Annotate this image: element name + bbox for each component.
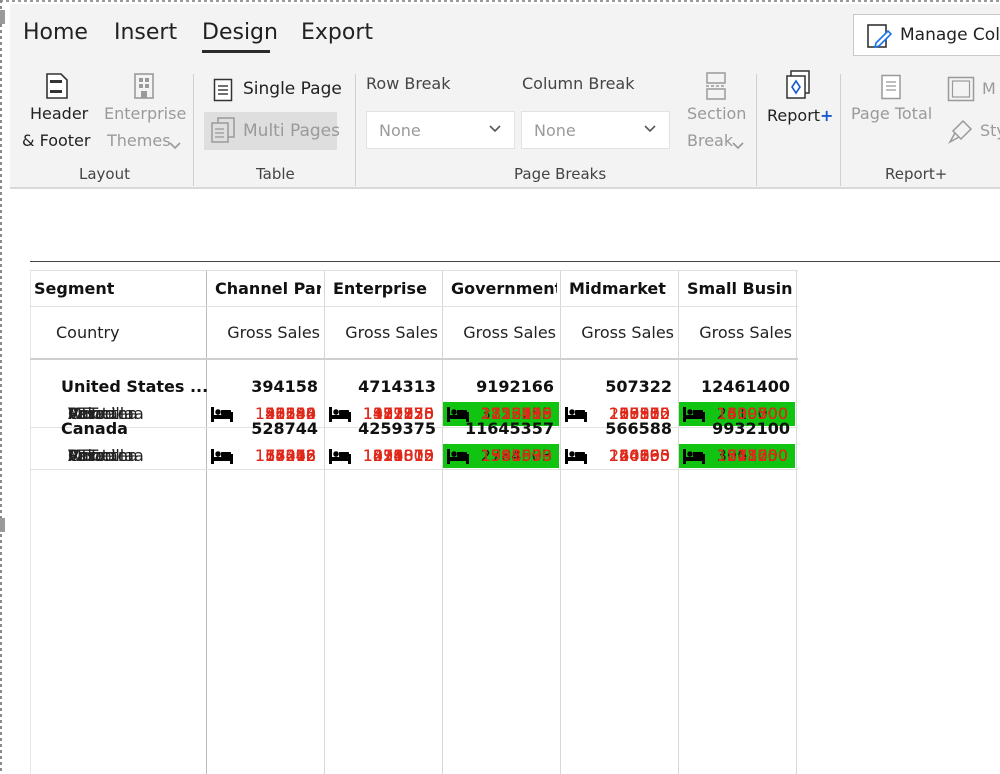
- group-total: 11645357: [464, 419, 554, 438]
- separator: [193, 74, 194, 186]
- header-top-rule: [30, 270, 798, 271]
- page-total-icon: [880, 74, 902, 104]
- column-border: [560, 270, 561, 774]
- manage-columns-button[interactable]: Manage Colum: [853, 14, 1000, 56]
- resize-handle-top[interactable]: [0, 10, 5, 24]
- country-header: Country: [56, 323, 120, 342]
- multi-pages-button[interactable]: Multi Pages: [243, 121, 340, 141]
- column-header[interactable]: Channel Partners: [215, 279, 321, 298]
- report-plus-group-label: Report+: [885, 165, 948, 183]
- canvas-left-border: [0, 0, 2, 774]
- table-left-border: [30, 270, 31, 774]
- report-plus-icon: [785, 70, 811, 104]
- chevron-down-icon: [169, 135, 181, 154]
- margins-icon: [947, 76, 975, 106]
- section-break-line2[interactable]: Break: [687, 131, 733, 150]
- table-row: Carretera 117216 394812 1395930 140895 777000: [30, 443, 798, 470]
- row-break-dropdown[interactable]: None: [366, 111, 515, 149]
- column-border: [678, 270, 679, 774]
- chevron-down-icon: [643, 121, 657, 140]
- tab-insert[interactable]: Insert: [114, 20, 177, 45]
- group-total: 12461400: [700, 377, 790, 396]
- row-break-label: Row Break: [366, 74, 451, 93]
- column-border: [442, 270, 443, 774]
- manage-columns-label: Manage Colum: [900, 25, 1000, 45]
- measure-header: Gross Sales: [227, 323, 320, 342]
- group-total: 566588: [605, 419, 672, 438]
- table-group-label: Table: [256, 165, 295, 183]
- segment-header: Segment: [34, 279, 115, 298]
- chevron-down-icon: [488, 121, 502, 140]
- ribbon: Home Insert Design Export Manage Colum H…: [10, 4, 1000, 189]
- row-break-value: None: [379, 121, 421, 140]
- report-plus-button[interactable]: Report+: [767, 106, 833, 125]
- tab-home[interactable]: Home: [23, 20, 88, 45]
- separator: [355, 74, 356, 186]
- enterprise-themes-line1[interactable]: Enterprise: [104, 104, 186, 123]
- single-page-icon: [213, 78, 233, 106]
- measure-header: Gross Sales: [463, 323, 556, 342]
- gross-sales-value: 777000: [726, 446, 788, 465]
- section-break-line1[interactable]: Section: [687, 104, 746, 123]
- gross-sales-value: 117216: [254, 446, 316, 465]
- group-total: 528744: [251, 419, 318, 438]
- report-plus-sign: +: [820, 106, 834, 125]
- segment-group-title[interactable]: Canada: [61, 419, 128, 438]
- header-footer-button-line1[interactable]: Header: [30, 104, 88, 123]
- page-top-rule: [30, 261, 1000, 262]
- gross-sales-value: 1395930: [480, 446, 552, 465]
- measure-header: Gross Sales: [581, 323, 674, 342]
- enterprise-themes-icon: [133, 72, 155, 104]
- country-label: Carretera: [68, 446, 144, 465]
- segment-column-border: [206, 270, 207, 774]
- group-total: 4714313: [358, 377, 436, 396]
- enterprise-themes-line2[interactable]: Themes: [107, 131, 171, 150]
- column-break-value: None: [534, 121, 576, 140]
- page-total-button[interactable]: Page Total: [851, 104, 932, 123]
- tab-export[interactable]: Export: [301, 20, 373, 45]
- measure-header: Gross Sales: [345, 323, 438, 342]
- gross-sales-value: 140895: [608, 446, 670, 465]
- margins-button[interactable]: M: [982, 79, 996, 98]
- group-total: 4259375: [358, 419, 436, 438]
- group-total: 9932100: [712, 419, 790, 438]
- tab-design[interactable]: Design: [202, 20, 278, 45]
- group-total: 9192166: [476, 377, 554, 396]
- report-plus-label: Report: [767, 106, 821, 125]
- group-total: 394158: [251, 377, 318, 396]
- layout-group-label: Layout: [79, 165, 130, 183]
- separator: [840, 74, 841, 186]
- gross-sales-value: 394812: [372, 446, 434, 465]
- paint-brush-icon: [947, 119, 973, 149]
- single-page-button[interactable]: Single Page: [243, 79, 342, 99]
- header-divider: [30, 306, 798, 307]
- header-bottom-rule: [30, 358, 798, 360]
- separator: [756, 74, 757, 186]
- column-border: [324, 270, 325, 774]
- active-tab-indicator: [202, 50, 270, 53]
- column-border: [796, 270, 797, 774]
- column-break-dropdown[interactable]: None: [521, 111, 670, 149]
- column-header[interactable]: Government: [451, 279, 557, 298]
- column-break-label: Column Break: [522, 74, 635, 93]
- multi-pages-icon: [210, 116, 236, 148]
- chevron-down-icon: [732, 135, 744, 154]
- section-break-icon: [706, 72, 726, 104]
- styles-button[interactable]: Sty: [980, 121, 1000, 140]
- column-header[interactable]: Midmarket: [569, 279, 675, 298]
- column-header[interactable]: Enterprise: [333, 279, 439, 298]
- header-footer-icon: [45, 72, 69, 104]
- page-breaks-group-label: Page Breaks: [514, 165, 607, 183]
- canvas-top-border: [0, 0, 1000, 2]
- resize-handle-middle[interactable]: [0, 518, 5, 532]
- group-total: 507322: [605, 377, 672, 396]
- segment-group-title[interactable]: United States ...: [61, 377, 208, 396]
- header-footer-button-line2[interactable]: & Footer: [22, 131, 90, 150]
- edit-columns-icon: [866, 23, 893, 53]
- column-header[interactable]: Small Business: [687, 279, 793, 298]
- measure-header: Gross Sales: [699, 323, 792, 342]
